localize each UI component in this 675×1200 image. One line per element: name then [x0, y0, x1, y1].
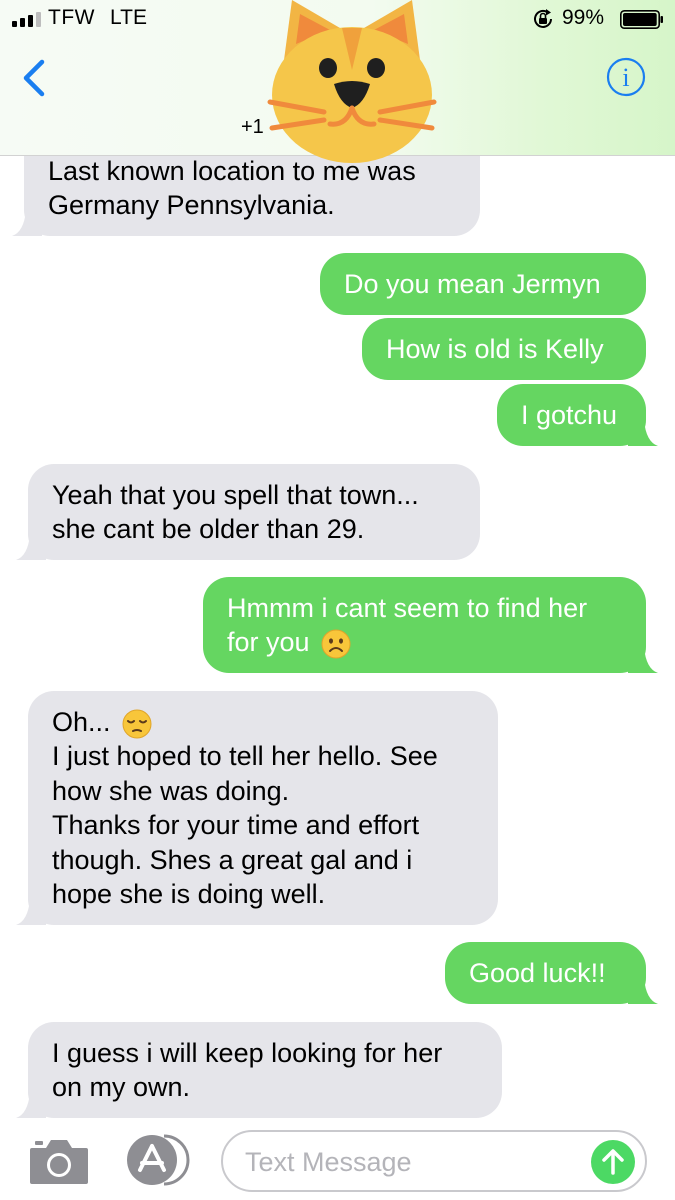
message-bubble-incoming[interactable]: I guess i will keep looking for her on m… [16, 1022, 502, 1118]
contact-subtitle[interactable]: +1 [241, 116, 264, 139]
message-composer [0, 1118, 675, 1200]
status-bar: TFW LTE 99% [0, 0, 675, 40]
battery-percent: 99% [562, 6, 605, 29]
message-list[interactable]: Last known location to me was Germany Pe… [0, 156, 675, 1118]
message-bubble-incoming[interactable]: Last known location to me was Germany Pe… [12, 156, 480, 236]
message-text-line: Good luck!! [469, 958, 606, 988]
bubble-tail [16, 534, 46, 560]
message-bubble-outgoing[interactable]: I gotchu [497, 384, 658, 446]
message-bubble-outgoing[interactable]: Good luck!! [445, 942, 658, 1004]
message-text-line: Oh... [52, 707, 111, 737]
message-text-line: I guess i will keep looking for her [52, 1038, 443, 1068]
rotation-lock-icon [534, 9, 552, 28]
message-bubble-outgoing[interactable]: Do you mean Jermyn [320, 253, 646, 315]
text-message-input[interactable] [245, 1142, 575, 1182]
network-type: LTE [110, 6, 147, 29]
signal-icon [12, 11, 44, 27]
camera-icon[interactable] [28, 1136, 90, 1186]
message-text-line: though. Shes a great gal and i [52, 844, 413, 875]
message-text-line: Germany Pennsylvania. [48, 190, 335, 220]
message-text-line: I gotchu [521, 400, 618, 430]
message-text-line: she cant be older than 29. [52, 514, 365, 544]
message-text-line: I just hoped to tell her hello. See [52, 741, 438, 772]
back-chevron-icon[interactable] [20, 58, 48, 98]
carrier-name: TFW [48, 6, 95, 29]
message-text-line: how she was doing. [52, 775, 290, 806]
pensive-face-emoji-icon [122, 709, 152, 739]
message-bubble-outgoing[interactable]: Hmmm i cant seem to find her for you [203, 577, 658, 673]
message-text-line: Do you mean Jermyn [344, 269, 601, 299]
message-text-line: Thanks for your time and effort [52, 810, 420, 841]
text-message-field[interactable] [221, 1130, 647, 1192]
message-text-line: for you [227, 627, 310, 657]
bubble-tail [628, 420, 658, 446]
bubble-tail [12, 210, 42, 236]
bubble-tail [16, 899, 46, 925]
message-text-line: How is old is Kelly [386, 334, 604, 364]
info-icon[interactable]: i [606, 57, 646, 97]
bubble-tail [628, 647, 658, 673]
bubble-tail [628, 978, 658, 1004]
battery-icon [620, 10, 663, 29]
app-store-icon[interactable] [124, 1132, 192, 1188]
message-text-line: hope she is doing well. [52, 879, 326, 910]
message-bubble-outgoing[interactable]: How is old is Kelly [362, 318, 646, 380]
message-text-line: on my own. [52, 1072, 191, 1102]
svg-text:i: i [622, 63, 629, 92]
frowning-face-emoji-icon [321, 629, 351, 659]
message-bubble-incoming[interactable]: Yeah that you spell that town... she can… [16, 464, 480, 560]
message-text-line: Yeah that you spell that town... [52, 480, 419, 510]
message-text-line: Hmmm i cant seem to find her [227, 593, 588, 623]
send-arrow-icon[interactable] [591, 1140, 635, 1184]
message-bubble-incoming[interactable]: Oh... I just hoped to tell her hello. Se… [16, 691, 498, 925]
bubble-tail [16, 1092, 46, 1118]
